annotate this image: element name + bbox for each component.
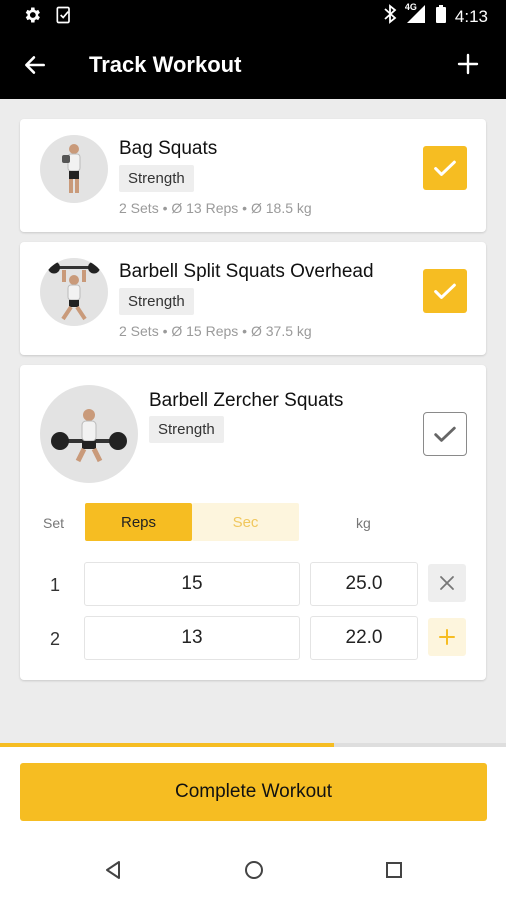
gear-icon xyxy=(22,5,42,30)
exercise-card[interactable]: Bag Squats Strength 2 Sets • Ø 13 Reps •… xyxy=(20,119,486,232)
weight-input[interactable]: 25.0 xyxy=(310,562,418,606)
complete-workout-button[interactable]: Complete Workout xyxy=(20,763,487,821)
nav-recents-icon[interactable] xyxy=(381,857,407,883)
app-bar: Track Workout xyxy=(0,32,506,99)
exercise-summary: 2 Sets • Ø 15 Reps • Ø 37.5 kg xyxy=(119,323,312,339)
set-number: 1 xyxy=(50,575,61,595)
check-icon xyxy=(434,283,456,299)
completed-checkbox[interactable] xyxy=(423,412,467,456)
bluetooth-icon xyxy=(383,4,397,29)
back-arrow-icon[interactable] xyxy=(22,52,48,78)
reps-mode-tab[interactable]: Reps xyxy=(85,503,192,541)
kg-column-header: kg xyxy=(356,515,371,531)
exercise-summary: 2 Sets • Ø 13 Reps • Ø 18.5 kg xyxy=(119,200,312,216)
reps-input[interactable]: 13 xyxy=(84,616,300,660)
exercise-thumbnail xyxy=(40,385,138,483)
completed-checkbox[interactable] xyxy=(423,146,467,190)
close-icon xyxy=(440,576,454,590)
system-nav-bar xyxy=(0,839,506,900)
exercise-thumbnail xyxy=(40,135,108,203)
sec-mode-tab[interactable]: Sec xyxy=(192,503,299,541)
battery-icon xyxy=(435,4,447,29)
set-number: 2 xyxy=(50,629,61,649)
category-tag: Strength xyxy=(149,416,224,443)
add-exercise-icon[interactable] xyxy=(456,52,480,76)
add-set-button[interactable] xyxy=(428,618,466,656)
signal-icon: 4G xyxy=(405,2,427,29)
page-title: Track Workout xyxy=(89,52,242,77)
remove-set-button[interactable] xyxy=(428,564,466,602)
plus-icon xyxy=(439,629,455,645)
exercise-name: Barbell Zercher Squats xyxy=(149,390,344,411)
check-icon xyxy=(434,160,456,176)
check-icon xyxy=(434,426,456,442)
exercise-name: Barbell Split Squats Overhead xyxy=(119,261,374,282)
category-tag: Strength xyxy=(119,165,194,192)
status-bar: 4G 4:13 xyxy=(0,0,506,32)
nav-back-icon[interactable] xyxy=(100,857,126,883)
completed-checkbox[interactable] xyxy=(423,269,467,313)
bottom-action-area: Complete Workout xyxy=(0,747,506,839)
status-time: 4:13 xyxy=(454,6,488,26)
reps-input[interactable]: 15 xyxy=(84,562,300,606)
exercise-name: Bag Squats xyxy=(119,138,218,159)
category-tag: Strength xyxy=(119,288,194,315)
exercise-card-expanded[interactable]: Barbell Zercher Squats Strength Set Reps… xyxy=(20,365,486,680)
checklist-icon xyxy=(54,5,74,30)
set-column-header: Set xyxy=(43,515,65,531)
exercise-thumbnail xyxy=(40,258,108,326)
nav-home-icon[interactable] xyxy=(241,857,267,883)
exercise-card[interactable]: Barbell Split Squats Overhead Strength 2… xyxy=(20,242,486,355)
weight-input[interactable]: 22.0 xyxy=(310,616,418,660)
